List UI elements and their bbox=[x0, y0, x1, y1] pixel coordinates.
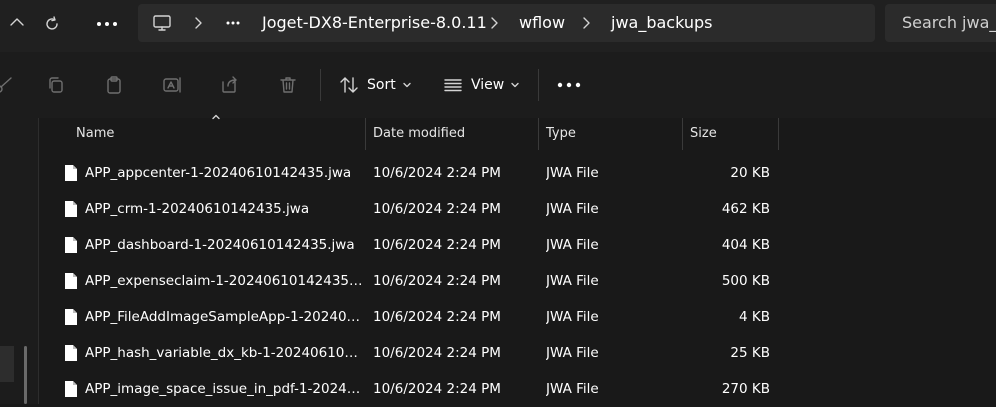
file-type: JWA File bbox=[546, 273, 599, 289]
file-icon bbox=[65, 309, 77, 325]
address-bar-row: Joget-DX8-Enterprise-8.0.11 wflow jwa_ba… bbox=[0, 0, 996, 52]
chevron-right-icon bbox=[491, 17, 498, 29]
sort-icon bbox=[340, 77, 358, 93]
nav-selected-item[interactable] bbox=[0, 346, 14, 382]
ellipsis-icon bbox=[557, 82, 581, 88]
view-label: View bbox=[471, 77, 505, 93]
chevron-right-icon bbox=[195, 17, 202, 29]
command-bar: Sort View bbox=[0, 52, 996, 119]
share-icon bbox=[222, 76, 237, 93]
file-date: 10/6/2024 2:24 PM bbox=[373, 165, 501, 181]
file-name: APP_hash_variable_dx_kb-1-20240610142... bbox=[85, 345, 363, 361]
breadcrumb-wflow[interactable]: wflow bbox=[519, 4, 565, 42]
file-date: 10/6/2024 2:24 PM bbox=[373, 273, 501, 289]
column-header-name[interactable]: Name bbox=[68, 118, 365, 150]
file-name: APP_FileAddImageSampleApp-1-2024061... bbox=[85, 309, 363, 325]
cut-button[interactable] bbox=[0, 69, 20, 101]
file-icon bbox=[65, 381, 77, 397]
toolbar-divider bbox=[538, 69, 539, 101]
toolbar-divider bbox=[320, 69, 321, 101]
view-menu-button[interactable]: View bbox=[443, 69, 520, 101]
refresh-icon bbox=[46, 16, 58, 30]
scissors-icon bbox=[0, 77, 12, 93]
file-row[interactable]: APP_image_space_issue_in_pdf-1-2024061..… bbox=[39, 371, 996, 407]
ellipsis-icon bbox=[226, 21, 240, 25]
monitor-icon bbox=[153, 15, 171, 31]
copy-icon bbox=[49, 77, 63, 93]
chevron-down-icon bbox=[511, 82, 519, 88]
column-headers: Name Date modified Type Size bbox=[39, 114, 996, 150]
file-icon bbox=[65, 165, 77, 181]
file-name: APP_dashboard-1-20240610142435.jwa bbox=[85, 237, 355, 253]
file-row[interactable]: APP_hash_variable_dx_kb-1-20240610142...… bbox=[39, 335, 996, 371]
rename-icon bbox=[163, 77, 181, 93]
file-icon bbox=[65, 273, 77, 289]
chevron-right-icon bbox=[583, 17, 590, 29]
chevron-down-icon bbox=[403, 82, 411, 88]
file-type: JWA File bbox=[546, 165, 599, 181]
file-type: JWA File bbox=[546, 345, 599, 361]
file-type: JWA File bbox=[546, 309, 599, 325]
share-button[interactable] bbox=[214, 69, 246, 101]
file-row[interactable]: APP_dashboard-1-20240610142435.jwa 10/6/… bbox=[39, 227, 996, 263]
file-name: APP_image_space_issue_in_pdf-1-2024061..… bbox=[85, 381, 363, 397]
column-header-type[interactable]: Type bbox=[538, 118, 682, 150]
file-icon bbox=[65, 345, 77, 361]
column-divider[interactable] bbox=[778, 118, 779, 150]
search-box[interactable]: Search jwa_backups bbox=[885, 4, 996, 42]
file-type: JWA File bbox=[546, 381, 599, 397]
up-button[interactable] bbox=[0, 8, 34, 40]
file-icon bbox=[65, 201, 77, 217]
copy-button[interactable] bbox=[40, 69, 72, 101]
sort-menu-button[interactable]: Sort bbox=[339, 69, 412, 101]
file-size: 25 KB bbox=[730, 345, 770, 361]
file-date: 10/6/2024 2:24 PM bbox=[373, 381, 501, 397]
file-size: 404 KB bbox=[721, 237, 770, 253]
breadcrumb-jwa-backups[interactable]: jwa_backups bbox=[611, 4, 713, 42]
column-header-size[interactable]: Size bbox=[682, 118, 778, 150]
file-date: 10/6/2024 2:24 PM bbox=[373, 345, 501, 361]
delete-button[interactable] bbox=[272, 69, 304, 101]
file-name: APP_crm-1-20240610142435.jwa bbox=[85, 201, 310, 217]
arrow-up-icon bbox=[10, 18, 24, 26]
see-more-button[interactable] bbox=[556, 69, 582, 101]
sort-label: Sort bbox=[367, 77, 396, 93]
refresh-button[interactable] bbox=[35, 8, 69, 40]
nav-scrollbar[interactable] bbox=[24, 346, 27, 404]
more-locations-button[interactable] bbox=[90, 8, 124, 40]
file-size: 462 KB bbox=[721, 201, 770, 217]
search-input[interactable]: Search jwa_backups bbox=[902, 4, 996, 42]
trash-icon bbox=[280, 77, 296, 93]
list-view-icon bbox=[444, 79, 462, 92]
file-row[interactable]: APP_crm-1-20240610142435.jwa 10/6/2024 2… bbox=[39, 191, 996, 227]
file-row[interactable]: APP_FileAddImageSampleApp-1-2024061... 1… bbox=[39, 299, 996, 335]
file-size: 500 KB bbox=[721, 273, 770, 289]
breadcrumb-joget[interactable]: Joget-DX8-Enterprise-8.0.11 bbox=[262, 4, 487, 42]
file-name: APP_expenseclaim-1-20240610142435.jwa bbox=[85, 273, 363, 289]
file-size: 270 KB bbox=[721, 381, 770, 397]
file-type: JWA File bbox=[546, 237, 599, 253]
file-date: 10/6/2024 2:24 PM bbox=[373, 237, 501, 253]
file-list: Name Date modified Type Size APP_appcent… bbox=[39, 114, 996, 407]
file-row[interactable]: APP_appcenter-1-20240610142435.jwa 10/6/… bbox=[39, 155, 996, 191]
file-icon bbox=[65, 237, 77, 253]
rename-button[interactable] bbox=[156, 69, 188, 101]
navigation-pane[interactable] bbox=[0, 118, 39, 404]
paste-button[interactable] bbox=[98, 69, 130, 101]
file-date: 10/6/2024 2:24 PM bbox=[373, 309, 501, 325]
file-date: 10/6/2024 2:24 PM bbox=[373, 201, 501, 217]
file-size: 20 KB bbox=[730, 165, 770, 181]
ellipsis-icon bbox=[97, 22, 117, 26]
clipboard-icon bbox=[107, 76, 121, 94]
address-bar[interactable]: Joget-DX8-Enterprise-8.0.11 wflow jwa_ba… bbox=[138, 4, 875, 42]
file-row[interactable]: APP_expenseclaim-1-20240610142435.jwa 10… bbox=[39, 263, 996, 299]
file-name: APP_appcenter-1-20240610142435.jwa bbox=[85, 165, 352, 181]
file-type: JWA File bbox=[546, 201, 599, 217]
column-header-date[interactable]: Date modified bbox=[365, 118, 538, 150]
file-size: 4 KB bbox=[739, 309, 770, 325]
